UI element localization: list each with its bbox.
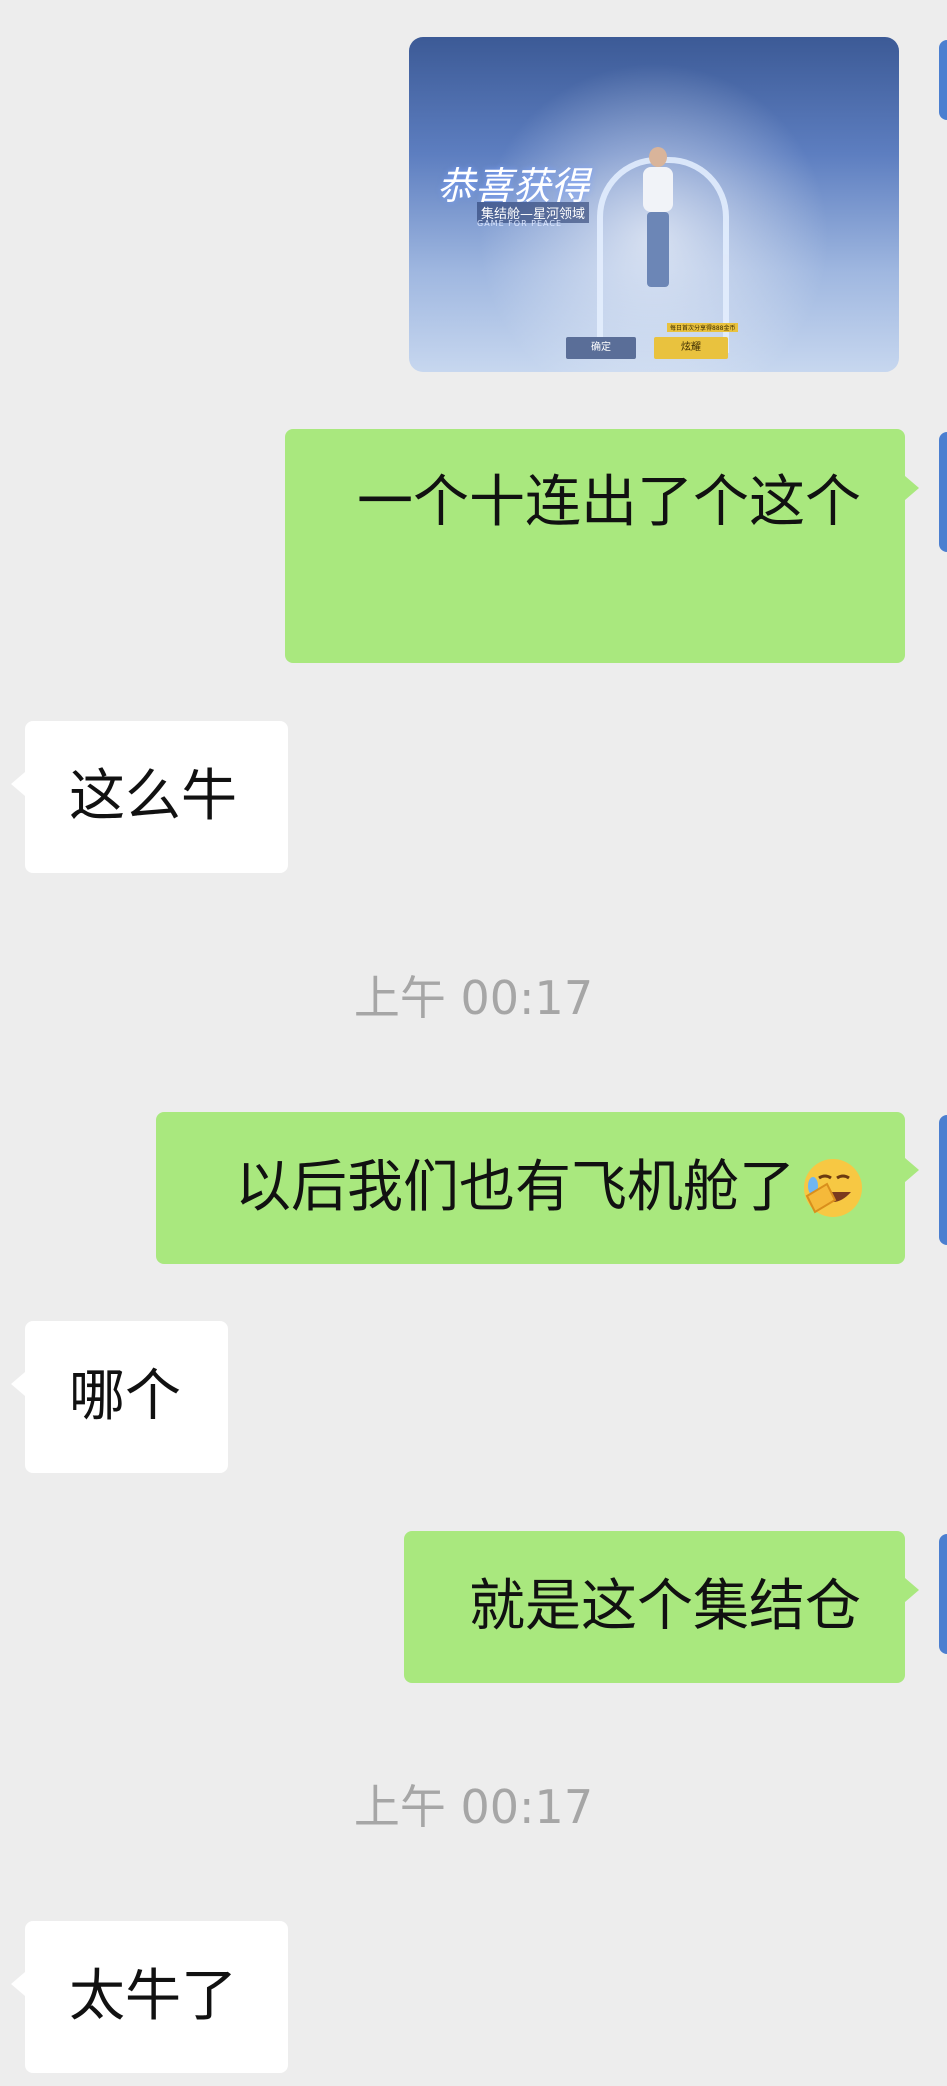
image-confirm-button: 确定: [566, 337, 636, 359]
bubble-tail: [11, 1372, 25, 1396]
message-text: 哪个: [69, 1364, 181, 1430]
my-avatar[interactable]: [939, 1534, 947, 1654]
message-timestamp: 上午 00:17: [353, 1780, 594, 1834]
message-text: 以后我们也有飞机舱了: [235, 1155, 795, 1221]
incoming-message[interactable]: 太牛了: [25, 1921, 288, 2073]
image-badge: 每日首次分享得888金币: [667, 323, 739, 332]
outgoing-message[interactable]: 就是这个集结仓: [404, 1531, 905, 1683]
message-text: 这么牛: [69, 764, 237, 830]
bubble-tail: [905, 1158, 919, 1182]
image-message[interactable]: 恭喜获得 集结舱—星河领域 GAME FOR PEACE 每日首次分享得888金…: [409, 37, 899, 372]
message-text: 就是这个集结仓: [469, 1574, 861, 1640]
bubble-tail: [11, 772, 25, 796]
bubble-tail: [11, 1972, 25, 1996]
my-avatar[interactable]: [939, 40, 947, 120]
message-text: 一个十连出了个这个: [357, 470, 861, 535]
bubble-tail: [905, 1578, 919, 1602]
character-legs: [647, 212, 669, 287]
facepalm-laugh-emoji-icon: [801, 1156, 865, 1220]
incoming-message[interactable]: 这么牛: [25, 721, 288, 873]
image-share-button: 炫耀: [654, 337, 728, 359]
message-timestamp: 上午 00:17: [353, 971, 594, 1025]
message-text: 太牛了: [69, 1964, 237, 2030]
outgoing-message[interactable]: 一个十连出了个这个: [285, 429, 905, 663]
character-body: [643, 167, 673, 212]
my-avatar[interactable]: [939, 1115, 947, 1245]
character-head: [649, 147, 667, 167]
bubble-tail: [905, 476, 919, 500]
incoming-message[interactable]: 哪个: [25, 1321, 228, 1473]
my-avatar[interactable]: [939, 432, 947, 552]
outgoing-message[interactable]: 以后我们也有飞机舱了: [156, 1112, 905, 1264]
image-caption: GAME FOR PEACE: [477, 219, 563, 228]
